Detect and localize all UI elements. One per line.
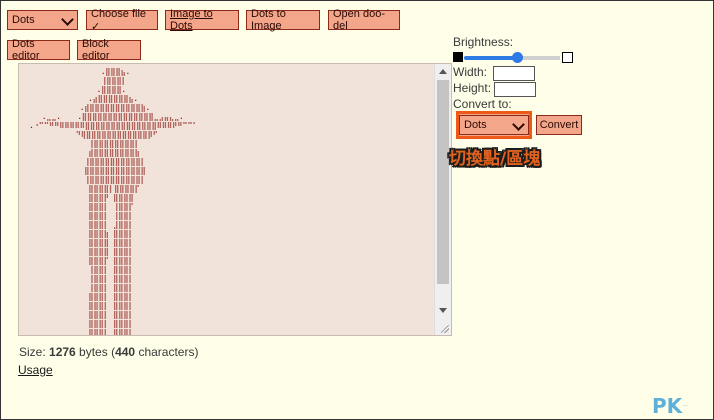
dark-swatch-icon (453, 52, 463, 62)
brightness-label: Brightness: (453, 35, 514, 49)
convert-to-label: Convert to: (453, 97, 512, 111)
choose-file-label: Choose file ✓ (91, 7, 147, 33)
scroll-thumb[interactable] (437, 80, 449, 284)
width-label: Width: (453, 65, 488, 79)
open-doodel-button[interactable]: Open doo-del (328, 8, 400, 32)
light-swatch-icon (562, 52, 573, 63)
convert-to-select[interactable]: Dots (459, 115, 529, 135)
mode-select-value: Dots (12, 14, 35, 26)
size-prefix: Size: (19, 345, 50, 359)
annotation-caption: 切換點/區塊 (449, 149, 541, 169)
image-to-dots-button[interactable]: Image to Dots (165, 8, 239, 32)
size-bytes: 1276 (49, 345, 76, 359)
width-input[interactable] (493, 66, 535, 81)
watermark-subtext: ... (683, 402, 688, 408)
size-bytes-suffix: bytes ( (75, 345, 116, 359)
convert-button-label: Convert (539, 119, 579, 131)
scroll-down-icon[interactable] (439, 308, 447, 313)
height-label: Height: (453, 81, 492, 95)
size-info: Size: 1276 bytes (440 characters) (19, 345, 198, 359)
scroll-up-icon[interactable] (439, 69, 447, 74)
convert-button[interactable]: Convert (536, 115, 582, 135)
dots-editor-label: Dots editor (12, 38, 40, 62)
vertical-scrollbar[interactable] (434, 64, 451, 335)
watermark-logo: PK (652, 394, 683, 418)
convert-select-value: Dots (464, 119, 487, 131)
brightness-slider-rest[interactable] (516, 56, 560, 60)
size-chars: 440 (115, 345, 136, 359)
choose-file-button[interactable]: Choose file ✓ (86, 7, 158, 33)
block-editor-label: Block editor (82, 38, 110, 62)
block-editor-button[interactable]: Block editor (77, 38, 141, 62)
size-chars-suffix: characters) (135, 345, 199, 359)
height-input[interactable] (494, 82, 536, 97)
dots-editor-button[interactable]: Dots editor (7, 38, 70, 62)
open-doodel-label: Open doo-del (333, 8, 385, 32)
dots-art-text: .⣿⣿⣿⣦. ⢸⣿⣿⣿⡇ .⣿⣿⣿⣿. .⣴⣿⣿⣿⣿⣿⣿⣦. .⣾⣿⣿⣿⣿⣿⣿⣿… (29, 68, 198, 336)
chevron-down-icon (61, 13, 74, 26)
dots-to-image-label: Dots to Image (251, 8, 286, 32)
image-to-dots-label: Image to Dots (170, 8, 213, 32)
mode-select[interactable]: Dots (7, 10, 78, 30)
chevron-down-icon (512, 118, 525, 131)
usage-link[interactable]: Usage (18, 363, 53, 377)
dots-to-image-button[interactable]: Dots to Image (246, 8, 320, 32)
brightness-slider-thumb[interactable] (511, 52, 523, 63)
resize-grip-icon[interactable] (441, 325, 449, 333)
dots-textarea[interactable]: .⣿⣿⣿⣦. ⢸⣿⣿⣿⡇ .⣿⣿⣿⣿. .⣴⣿⣿⣿⣿⣿⣿⣦. .⣾⣿⣿⣿⣿⣿⣿⣿… (18, 63, 452, 336)
